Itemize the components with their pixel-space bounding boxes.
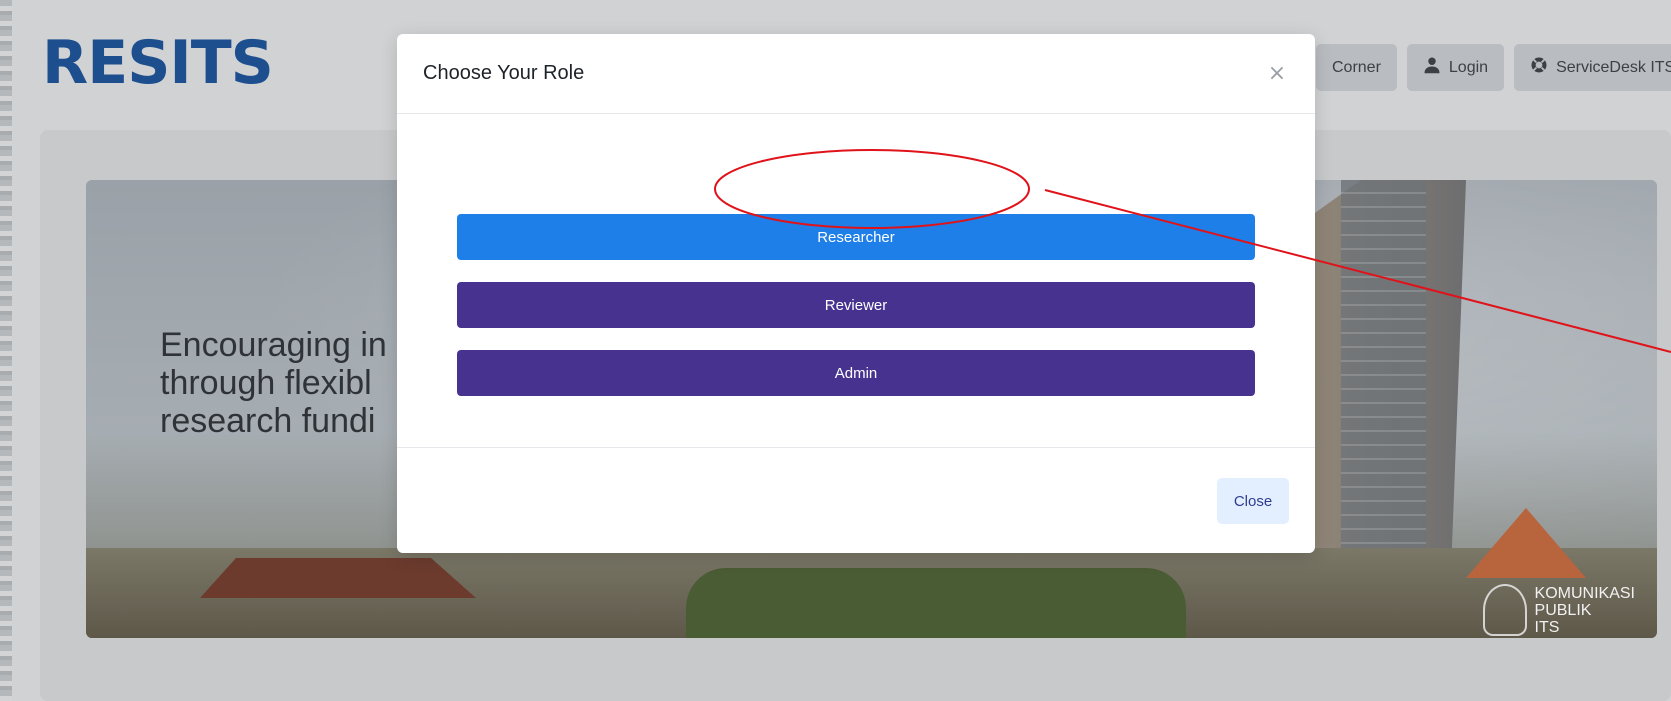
reviewer-button[interactable]: Reviewer <box>457 282 1255 328</box>
modal-body: Researcher Reviewer Admin <box>397 114 1315 447</box>
modal-title: Choose Your Role <box>423 62 585 84</box>
choose-role-modal: Choose Your Role × Researcher Reviewer A… <box>397 34 1315 553</box>
modal-footer: Close <box>397 447 1315 553</box>
close-button[interactable]: Close <box>1217 478 1289 524</box>
researcher-button[interactable]: Researcher <box>457 214 1255 260</box>
admin-button[interactable]: Admin <box>457 350 1255 396</box>
close-icon[interactable]: × <box>1265 61 1289 86</box>
modal-header: Choose Your Role × <box>397 34 1315 114</box>
